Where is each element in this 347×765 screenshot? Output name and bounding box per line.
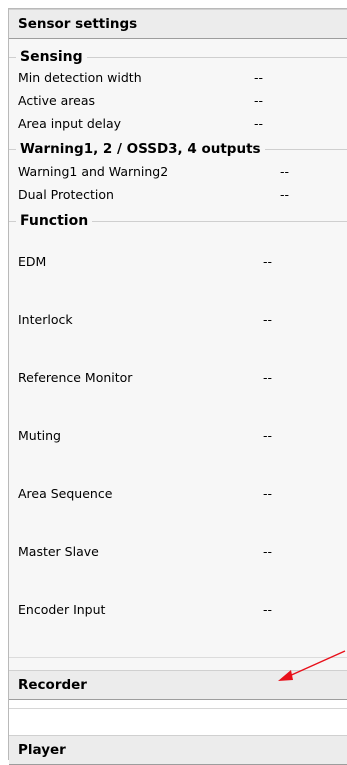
row-label: Area Sequence (18, 486, 113, 501)
row-value: -- (263, 370, 273, 385)
player-section-header[interactable]: Player (9, 735, 347, 765)
row-value: -- (280, 164, 290, 179)
row-label: Muting (18, 428, 61, 443)
row-value: -- (254, 116, 264, 131)
row-label: Interlock (18, 312, 73, 327)
function-group-bottom-divider (9, 657, 347, 658)
sensor-settings-panel: Sensing Min detection width -- Active ar… (9, 39, 347, 670)
row-value: -- (263, 602, 273, 617)
row-value: -- (254, 70, 264, 85)
row-label: Master Slave (18, 544, 99, 559)
recorder-section-label: Recorder (18, 677, 87, 693)
sensor-settings-title: Sensor settings (18, 16, 138, 32)
row-value: -- (263, 312, 273, 327)
recorder-section-body (9, 700, 347, 735)
recorder-section-header[interactable]: Recorder (9, 670, 347, 700)
row-label: Dual Protection (18, 187, 114, 202)
row-label: Area input delay (18, 116, 122, 131)
row-label: Warning1 and Warning2 (18, 164, 169, 179)
recorder-divider (9, 708, 347, 709)
row-value: -- (263, 544, 273, 559)
row-label: EDM (18, 254, 47, 269)
sensing-group-title: Sensing (16, 48, 87, 66)
row-value: -- (263, 254, 273, 269)
row-value: -- (280, 187, 290, 202)
row-value: -- (263, 486, 273, 501)
sensor-settings-header[interactable]: Sensor settings (9, 9, 347, 39)
row-label: Encoder Input (18, 602, 106, 617)
row-label: Active areas (18, 93, 96, 108)
sensor-settings-window: Sensor settings Sensing Min detection wi… (8, 8, 347, 765)
player-section-label: Player (18, 742, 66, 758)
row-label: Min detection width (18, 70, 142, 85)
row-label: Reference Monitor (18, 370, 133, 385)
row-value: -- (254, 93, 264, 108)
outputs-group-title: Warning1, 2 / OSSD3, 4 outputs (16, 140, 265, 158)
function-group-title: Function (16, 212, 93, 230)
row-value: -- (263, 428, 273, 443)
